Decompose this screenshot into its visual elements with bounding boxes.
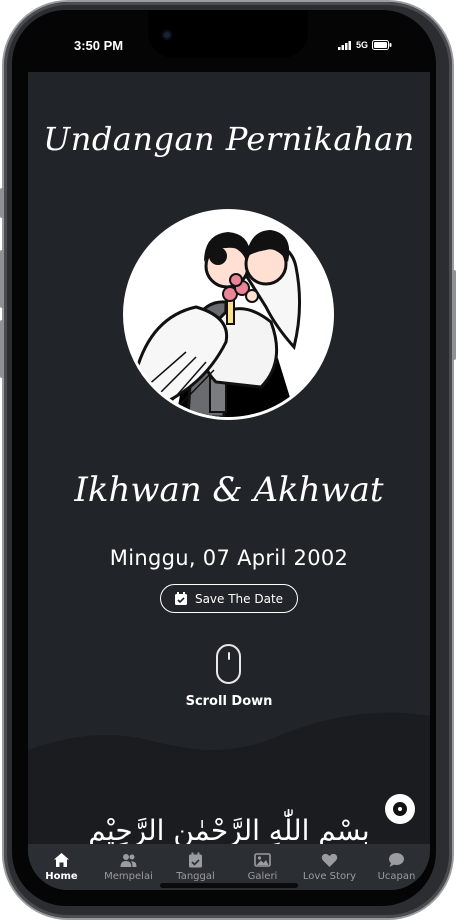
home-icon bbox=[54, 853, 69, 867]
status-icons: 5G bbox=[338, 40, 392, 50]
save-the-date-button[interactable]: Save The Date bbox=[160, 584, 298, 613]
calendar-icon bbox=[189, 852, 202, 868]
chat-icon bbox=[389, 853, 404, 867]
power-button bbox=[452, 270, 456, 360]
image-icon bbox=[254, 853, 271, 867]
nav-item-home[interactable]: Home bbox=[28, 852, 95, 882]
calendar-check-icon bbox=[174, 592, 187, 605]
invitation-title: Undangan Pernikahan bbox=[43, 120, 415, 158]
home-indicator bbox=[160, 883, 298, 888]
save-the-date-label: Save The Date bbox=[194, 591, 284, 606]
camera-icon bbox=[162, 30, 172, 40]
nav-item-love-story[interactable]: Love Story bbox=[296, 852, 363, 882]
music-toggle-button[interactable] bbox=[385, 794, 415, 824]
disc-icon bbox=[393, 802, 407, 816]
nav-item-tanggal[interactable]: Tanggal bbox=[162, 852, 229, 882]
nav-label: Mempelai bbox=[104, 871, 153, 882]
nav-item-galeri[interactable]: Galeri bbox=[229, 852, 296, 882]
couple-photo bbox=[123, 209, 334, 420]
volume-down-button bbox=[0, 320, 4, 378]
nav-label: Galeri bbox=[247, 871, 278, 882]
signal-icon bbox=[338, 40, 351, 50]
battery-icon bbox=[372, 40, 392, 50]
wedding-date: Minggu, 07 April 2002 bbox=[109, 546, 349, 570]
nav-item-mempelai[interactable]: Mempelai bbox=[95, 852, 162, 882]
users-icon bbox=[120, 854, 137, 867]
nav-label: Ucapan bbox=[377, 871, 416, 882]
mouse-scroll-icon bbox=[216, 644, 241, 684]
status-time: 3:50 PM bbox=[74, 38, 124, 53]
couple-illustration bbox=[126, 212, 331, 417]
bismillah-text: بِسْمِ اللّٰهِ الرَّحْمٰنِ الرَّحِيْمِ bbox=[88, 814, 370, 847]
heart-icon bbox=[321, 853, 338, 867]
nav-item-ucapan[interactable]: Ucapan bbox=[363, 852, 430, 882]
network-label: 5G bbox=[356, 40, 369, 50]
notch bbox=[148, 10, 308, 58]
couple-names: Ikhwan & Akhwat bbox=[74, 470, 384, 510]
nav-label: Tanggal bbox=[176, 871, 215, 882]
nav-label: Love Story bbox=[302, 871, 357, 882]
nav-label: Home bbox=[45, 871, 78, 882]
app-screen[interactable]: Undangan Pernikahan Ikhwan & Akhwat Ming… bbox=[28, 72, 430, 890]
silent-switch bbox=[0, 188, 4, 218]
volume-up-button bbox=[0, 250, 4, 308]
